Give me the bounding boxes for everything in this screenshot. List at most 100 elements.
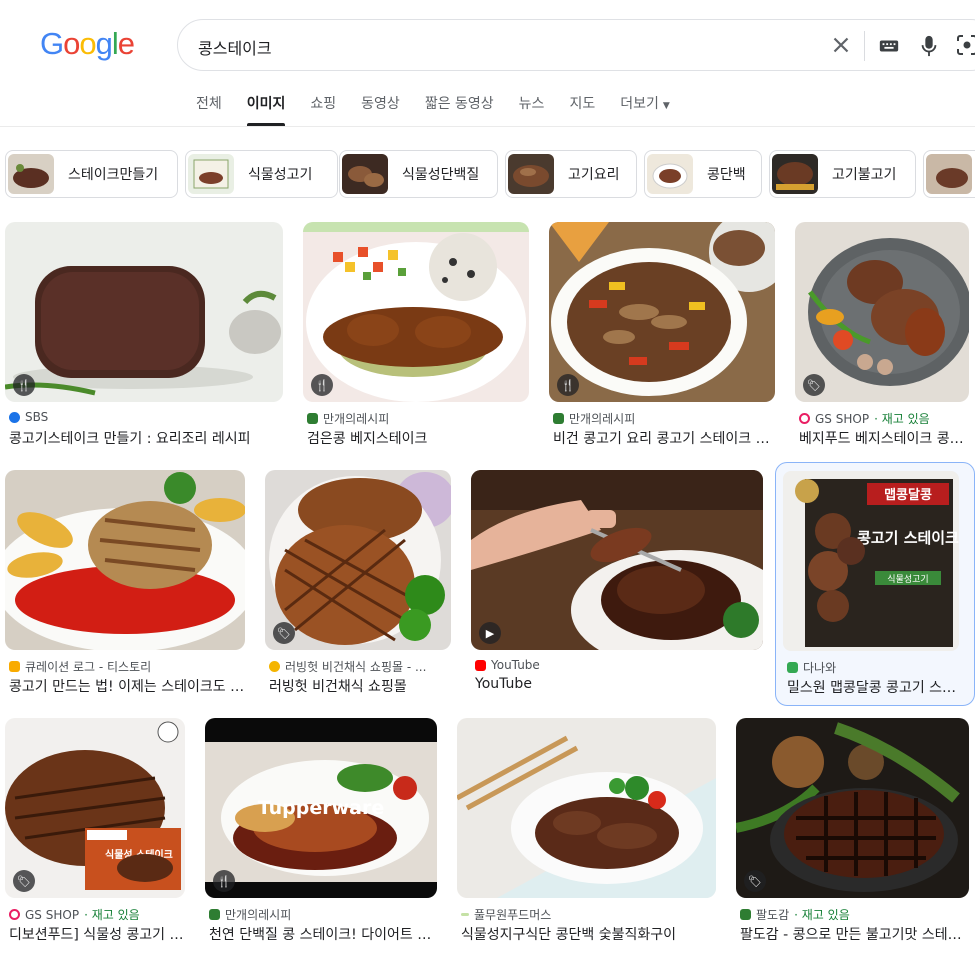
result-source[interactable]: 러빙헛 비건채식 쇼핑몰 - ... <box>269 658 426 675</box>
clear-icon[interactable] <box>828 32 854 58</box>
result-thumbnail <box>549 222 775 402</box>
image-result[interactable]: 풀무원푸드머스 식물성지구식단 콩단백 숯불직화구이 <box>457 718 716 948</box>
source-name: 다나와 <box>803 661 837 675</box>
tab-label: 더보기 <box>620 96 659 112</box>
result-title[interactable]: 식물성지구식단 콩단백 숯불직화구이 <box>461 924 716 944</box>
result-thumbnail: 식물성 스테이크 <box>5 718 185 898</box>
play-icon: ▶ <box>479 622 501 644</box>
result-title[interactable]: 콩고기 만드는 법! 이제는 스테이크도 콩으로 <box>9 676 245 696</box>
tab-short-videos[interactable]: 짧은 동영상 <box>425 94 494 126</box>
tab-all[interactable]: 전체 <box>196 94 222 126</box>
result-thumbnail <box>457 718 716 898</box>
image-result[interactable]: 🏷 러빙헛 비건채식 쇼핑몰 - ... 러빙헛 비건채식 쇼핑몰 <box>265 470 451 700</box>
recipe-icon: 🍴 <box>213 870 235 892</box>
tag-icon: 🏷 <box>13 870 35 892</box>
source-name: GS SHOP <box>25 907 80 922</box>
result-title[interactable]: 천연 단백질 콩 스테이크! 다이어트 요리 <box>209 924 437 944</box>
chip-thumbnail <box>508 154 554 194</box>
result-source[interactable]: 큐레이션 로그 - 티스토리 <box>9 658 151 675</box>
result-source[interactable]: YouTube <box>475 658 540 672</box>
source-favicon <box>799 413 810 424</box>
chip-thumbnail <box>926 154 972 194</box>
recipe-icon: 🍴 <box>13 374 35 396</box>
chip-meat-dish[interactable]: 고기요리 <box>505 150 637 198</box>
related-searches-chips: 스테이크만들기 식물성고기 식물성단백질 고기요리 콩단백 고기불고기 <box>5 150 975 198</box>
chip-label: 식물성단백질 <box>402 167 480 183</box>
result-title[interactable]: YouTube <box>475 676 761 692</box>
result-thumbnail <box>5 222 283 402</box>
tab-label: 짧은 동영상 <box>424 96 494 112</box>
source-name: 팔도감 <box>756 908 790 922</box>
chip-soy-protein[interactable]: 콩단백 <box>644 150 762 198</box>
chip-plant-protein[interactable]: 식물성단백질 <box>339 150 498 198</box>
keyboard-icon[interactable] <box>878 35 900 57</box>
microphone-icon[interactable] <box>918 33 940 59</box>
tab-label: 쇼핑 <box>310 96 337 112</box>
result-title[interactable]: 팔도감 - 콩으로 만든 불고기맛 스테이크 <box>740 924 969 944</box>
chip-label: 스테이크만들기 <box>68 167 159 183</box>
result-title[interactable]: 검은콩 베지스테이크 <box>307 428 527 448</box>
tab-images[interactable]: 이미지 <box>246 94 286 126</box>
tab-videos[interactable]: 동영상 <box>361 94 400 126</box>
result-source[interactable]: 만개의레시피 <box>307 410 389 427</box>
search-box[interactable]: 콩스테이크 <box>177 19 975 71</box>
search-tabs: 전체 이미지 쇼핑 동영상 짧은 동영상 뉴스 지도 더보기 ▼ <box>196 94 695 126</box>
image-result[interactable]: 🏷 팔도감 · 재고 있음 팔도감 - 콩으로 만든 불고기맛 스테이크 <box>736 718 969 948</box>
result-source[interactable]: 팔도감 · 재고 있음 <box>740 906 850 923</box>
image-result[interactable]: 식물성 스테이크 🏷 GS SHOP · 재고 있음 디보션푸드] 식물성 콩고… <box>5 718 185 948</box>
tab-maps[interactable]: 지도 <box>569 94 595 126</box>
result-source[interactable]: GS SHOP · 재고 있음 <box>799 410 930 427</box>
result-title[interactable]: 디보션푸드] 식물성 콩고기 스테이크 <box>9 924 185 944</box>
image-result[interactable]: Tupperware 🍴 만개의레시피 천연 단백질 콩 스테이크! 다이어트 … <box>205 718 437 948</box>
result-source[interactable]: SBS <box>9 410 48 424</box>
chip-label: 고기요리 <box>568 167 620 183</box>
image-result[interactable]: 🍴 SBS 콩고기스테이크 만들기 : 요리조리 레시피 <box>5 222 283 452</box>
result-source[interactable]: 만개의레시피 <box>553 410 635 427</box>
chip-thumbnail <box>188 154 234 194</box>
search-divider <box>864 31 865 61</box>
result-title[interactable]: 비건 콩고기 요리 콩고기 스테이크 레시피 <box>553 428 773 448</box>
chip-bulgogi[interactable]: 고기불고기 <box>769 150 916 198</box>
chip-plant-meat[interactable]: 식물성고기 <box>185 150 338 198</box>
logo-letter: G <box>40 26 64 61</box>
logo-letter: e <box>117 26 135 61</box>
image-result-selected[interactable]: 맵콩달콩 콩고기 스테이크 식물성고기 다나와 밀스원 맵콩달콩 콩고기 스테이크 <box>775 462 975 706</box>
tab-more[interactable]: 더보기 ▼ <box>620 94 670 126</box>
recipe-icon: 🍴 <box>311 374 333 396</box>
image-result[interactable]: 큐레이션 로그 - 티스토리 콩고기 만드는 법! 이제는 스테이크도 콩으로 <box>5 470 245 700</box>
image-result[interactable]: 🍴 만개의레시피 비건 콩고기 요리 콩고기 스테이크 레시피 <box>549 222 775 452</box>
image-result[interactable]: 🍴 만개의레시피 검은콩 베지스테이크 <box>303 222 529 452</box>
logo-letter: o <box>63 26 80 61</box>
tab-shopping[interactable]: 쇼핑 <box>310 94 336 126</box>
result-title[interactable]: 베지푸드 베지스테이크 콩고기 <box>799 428 969 448</box>
result-source[interactable]: GS SHOP · 재고 있음 <box>9 906 140 923</box>
search-input[interactable]: 콩스테이크 <box>198 35 272 59</box>
result-source[interactable]: 풀무원푸드머스 <box>461 906 551 923</box>
image-result[interactable]: ▶ YouTube YouTube <box>471 470 763 700</box>
chip-more[interactable] <box>923 150 975 198</box>
camera-search-icon[interactable] <box>955 33 975 57</box>
source-favicon <box>9 909 20 920</box>
google-logo[interactable]: Google <box>40 26 135 62</box>
chip-label: 식물성고기 <box>248 167 313 183</box>
source-name: 만개의레시피 <box>569 412 636 426</box>
result-thumbnail <box>265 470 451 650</box>
tab-label: 지도 <box>569 96 596 112</box>
source-favicon <box>9 411 20 423</box>
source-favicon <box>209 909 220 920</box>
image-result[interactable]: 🏷 GS SHOP · 재고 있음 베지푸드 베지스테이크 콩고기 <box>795 222 969 452</box>
result-source[interactable]: 만개의레시피 <box>209 906 291 923</box>
header-divider <box>0 126 975 127</box>
result-source[interactable]: 다나와 <box>787 659 836 676</box>
source-name: SBS <box>25 410 49 424</box>
caret-down-icon: ▼ <box>662 101 670 111</box>
chip-steak-making[interactable]: 스테이크만들기 <box>5 150 178 198</box>
result-thumbnail <box>303 222 529 402</box>
recipe-icon: 🍴 <box>557 374 579 396</box>
tag-icon: 🏷 <box>744 870 766 892</box>
tab-news[interactable]: 뉴스 <box>519 94 545 126</box>
tab-label: 이미지 <box>246 96 286 112</box>
result-title[interactable]: 밀스원 맵콩달콩 콩고기 스테이크 <box>787 677 967 697</box>
result-title[interactable]: 콩고기스테이크 만들기 : 요리조리 레시피 <box>9 428 279 448</box>
result-title[interactable]: 러빙헛 비건채식 쇼핑몰 <box>269 676 451 696</box>
